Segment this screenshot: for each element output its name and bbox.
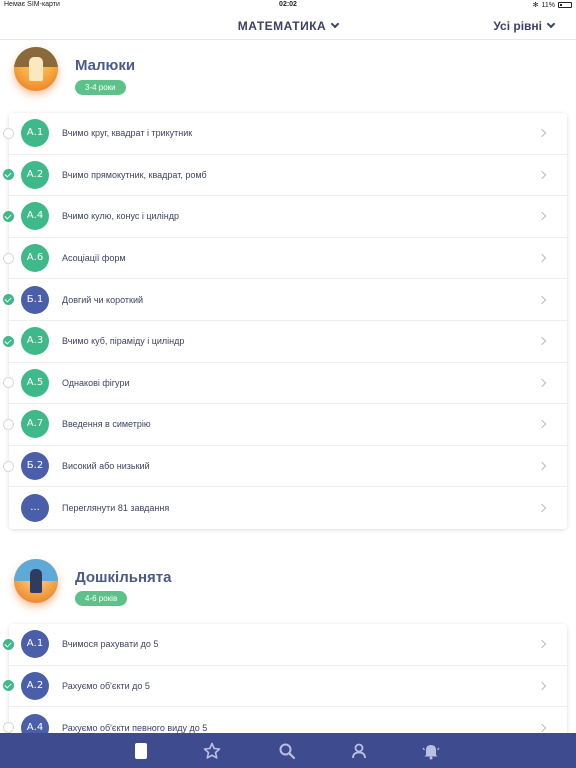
skill-label: Рахуємо об'єкти до 5 xyxy=(62,680,150,691)
age-badge: 3-4 роки xyxy=(75,80,126,95)
skill-code-badge: А.7 xyxy=(21,410,49,439)
subject-title: МАТЕМАТИКА xyxy=(237,19,327,33)
skill-label: Переглянути 81 завдання xyxy=(62,503,170,514)
skill-row[interactable]: Б.2 Високий або низький xyxy=(3,446,567,488)
skill-label: Введення в симетрію xyxy=(62,419,151,430)
not-started-icon xyxy=(3,252,14,264)
skill-row[interactable]: А.2 Вчимо прямокутник, квадрат, ромб xyxy=(3,155,567,197)
section-title: Дошкільнята xyxy=(75,569,172,586)
bluetooth-icon: ✻ xyxy=(532,2,539,9)
completed-check-icon xyxy=(3,210,14,222)
skill-row[interactable]: А.4 Вчимо кулю, конус і циліндр xyxy=(3,196,567,238)
status-bar: Немає SIM-карти 02:02 ✻ 11% xyxy=(0,0,576,12)
not-started-icon xyxy=(3,377,14,389)
skill-label: Високий або низький xyxy=(62,461,150,472)
view-all-row[interactable]: ... Переглянути 81 завдання xyxy=(9,487,567,529)
skill-code-badge: Б.2 xyxy=(21,452,49,481)
subject-selector[interactable]: МАТЕМАТИКА xyxy=(0,19,576,33)
not-started-icon xyxy=(3,460,14,472)
section-header-preschoolers: Дошкільнята 4-6 років xyxy=(0,555,576,615)
skill-label: Однакові фігури xyxy=(62,377,130,388)
not-started-icon xyxy=(3,127,14,139)
not-started-icon xyxy=(3,722,14,734)
chevron-right-icon xyxy=(537,420,547,429)
section-avatar xyxy=(14,47,58,91)
skill-label: Довгий чи короткий xyxy=(62,294,144,305)
bell-icon[interactable] xyxy=(422,742,440,760)
top-header: МАТЕМАТИКА Усі рівні xyxy=(0,12,576,40)
chevron-down-icon xyxy=(330,19,340,29)
chevron-right-icon xyxy=(537,295,547,304)
profile-icon[interactable] xyxy=(350,742,368,760)
skill-label: Рахуємо об'єкти певного виду до 5 xyxy=(62,722,208,733)
chevron-right-icon xyxy=(537,378,547,388)
section-header-toddlers: Малюки 3-4 роки xyxy=(0,44,576,104)
battery-icon xyxy=(558,2,572,8)
section-avatar xyxy=(14,559,58,603)
clock: 02:02 xyxy=(279,1,297,8)
skill-code-badge: А.3 xyxy=(21,327,49,356)
skill-row[interactable]: А.6 Асоціації форм xyxy=(3,238,567,280)
skill-code-badge: А.1 xyxy=(21,630,49,659)
skill-row[interactable]: А.2 Рахуємо об'єкти до 5 xyxy=(3,666,567,708)
skill-row[interactable]: Б.1 Довгий чи короткий xyxy=(3,279,567,321)
completed-check-icon xyxy=(3,169,14,181)
completed-check-icon xyxy=(3,294,14,306)
skill-row[interactable]: А.7 Введення в симетрію xyxy=(3,404,567,446)
skill-row[interactable]: А.1 Вчимо круг, квадрат і трикутник xyxy=(3,113,567,155)
skill-code-badge: А.2 xyxy=(21,160,49,189)
bottom-tab-bar xyxy=(0,733,576,768)
skill-label: Вчимося рахувати до 5 xyxy=(62,639,159,650)
search-icon[interactable] xyxy=(278,742,296,760)
skill-label: Вчимо кулю, конус і циліндр xyxy=(62,211,180,222)
skill-label: Асоціації форм xyxy=(62,253,126,264)
chevron-right-icon xyxy=(537,461,547,471)
completed-check-icon xyxy=(3,335,14,347)
chevron-right-icon xyxy=(537,723,547,733)
chevron-right-icon xyxy=(537,170,547,180)
skill-label: Вчимо куб, піраміду і циліндр xyxy=(62,336,185,347)
chevron-right-icon xyxy=(537,503,547,513)
chevron-right-icon xyxy=(537,337,547,346)
chevron-down-icon xyxy=(546,19,556,29)
chevron-right-icon xyxy=(537,253,547,263)
skill-code-badge: ... xyxy=(21,494,49,523)
skill-code-badge: А.5 xyxy=(21,368,49,397)
skill-label: Вчимо прямокутник, квадрат, ромб xyxy=(62,169,207,180)
skills-card: А.1 Вчимося рахувати до 5 А.2 Рахуємо об'єк… xyxy=(3,624,567,749)
age-badge: 4-6 років xyxy=(75,591,128,606)
skill-code-badge: Б.1 xyxy=(21,285,49,314)
book-icon[interactable] xyxy=(132,742,150,760)
completed-check-icon xyxy=(3,680,14,692)
skill-row[interactable]: А.5 Однакові фігури xyxy=(3,363,567,405)
chevron-right-icon xyxy=(537,640,547,649)
status-right: ✻ 11% xyxy=(533,1,572,9)
chevron-right-icon xyxy=(537,681,547,691)
chevron-right-icon xyxy=(537,129,547,138)
skill-row[interactable]: А.3 Вчимо куб, піраміду і циліндр xyxy=(3,321,567,363)
skill-code-badge: А.2 xyxy=(21,671,49,700)
skill-label: Вчимо круг, квадрат і трикутник xyxy=(62,128,193,139)
not-started-icon xyxy=(3,418,14,430)
battery-percent: 11% xyxy=(541,1,556,9)
section-title: Малюки xyxy=(75,57,136,74)
level-filter-label: Усі рівні xyxy=(493,19,542,33)
skill-code-badge: А.4 xyxy=(21,202,49,231)
skill-code-badge: А.1 xyxy=(21,119,49,148)
completed-check-icon xyxy=(3,638,14,650)
skills-card: А.1 Вчимо круг, квадрат і трикутник А.2 Вчи… xyxy=(3,113,567,529)
level-filter[interactable]: Усі рівні xyxy=(493,19,556,33)
chevron-right-icon xyxy=(537,212,547,221)
skill-code-badge: А.6 xyxy=(21,244,49,273)
skill-row[interactable]: А.1 Вчимося рахувати до 5 xyxy=(3,624,567,666)
star-icon[interactable] xyxy=(203,742,221,760)
